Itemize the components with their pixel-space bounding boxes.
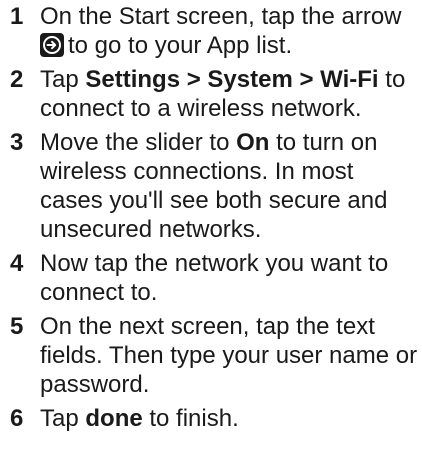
path-separator: > — [292, 66, 321, 93]
step-6-post: to finish. — [142, 405, 239, 432]
settings-label: Settings — [85, 66, 181, 93]
step-number: 1 — [10, 3, 24, 30]
step-2-post: to — [378, 66, 406, 93]
step-5-line-3: password. — [40, 371, 150, 398]
step-text: Tap Settings > System > Wi-Fi to connect… — [40, 65, 422, 123]
step-6: 6 Tap done to finish. — [0, 404, 422, 433]
on-label: On — [236, 129, 270, 156]
step-5-line-2: fields. Then type your user name or — [40, 342, 418, 369]
step-3-line-4: unsecured networks. — [40, 216, 262, 243]
done-label: done — [85, 405, 143, 432]
step-2-line-2: connect to a wireless network. — [40, 95, 362, 122]
step-number: 5 — [10, 313, 24, 340]
step-1-line-1: On the Start screen, tap the arrow — [40, 3, 402, 30]
step-1: 1 On the Start screen, tap the arrow to … — [0, 2, 422, 60]
step-text: On the Start screen, tap the arrow to go… — [40, 2, 422, 60]
step-3-post: to turn on — [269, 129, 378, 156]
step-4-line-1: Now tap the network you want to — [40, 250, 389, 277]
step-3: 3 Move the slider to On to turn on wirel… — [0, 128, 422, 244]
step-2-pre: Tap — [40, 66, 86, 93]
step-number: 3 — [10, 129, 24, 156]
step-5-line-1: On the next screen, tap the text — [40, 313, 375, 340]
step-number: 6 — [10, 405, 24, 432]
step-text: Move the slider to On to turn on wireles… — [40, 128, 422, 244]
step-text: Now tap the network you want to connect … — [40, 249, 422, 307]
step-3-line-3: cases you'll see both secure and — [40, 187, 388, 214]
step-number: 4 — [10, 250, 24, 277]
step-text: On the next screen, tap the text fields.… — [40, 312, 422, 399]
step-3-pre: Move the slider to — [40, 129, 237, 156]
step-text: Tap done to finish. — [40, 404, 422, 433]
system-label: System — [207, 66, 293, 93]
step-2: 2 Tap Settings > System > Wi-Fi to conne… — [0, 65, 422, 123]
instruction-steps: 1 On the Start screen, tap the arrow to … — [0, 2, 422, 438]
step-4-line-2: connect to. — [40, 279, 158, 306]
step-1-line-2: to go to your App list. — [68, 32, 293, 59]
step-3-line-2: wireless connections. In most — [40, 158, 354, 185]
step-5: 5 On the next screen, tap the text field… — [0, 312, 422, 399]
wifi-label: Wi-Fi — [320, 66, 379, 93]
step-6-pre: Tap — [40, 405, 86, 432]
step-4: 4 Now tap the network you want to connec… — [0, 249, 422, 307]
path-separator: > — [180, 66, 208, 93]
right-arrow-circle-icon — [40, 33, 64, 57]
step-number: 2 — [10, 66, 24, 93]
